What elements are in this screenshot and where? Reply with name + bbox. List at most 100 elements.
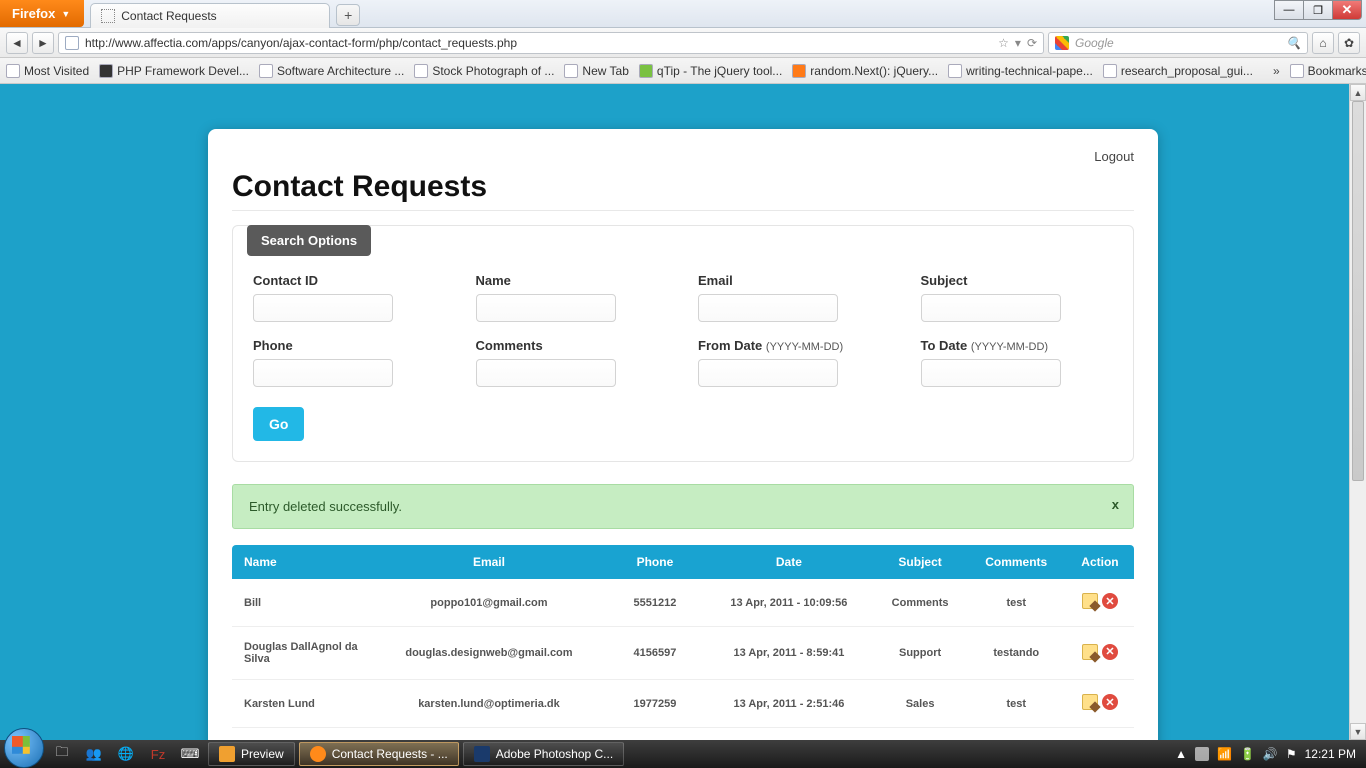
dropdown-icon[interactable]: ▾	[1015, 36, 1021, 50]
taskbar-pin[interactable]: Fz	[144, 743, 172, 765]
battery-icon[interactable]: 🔋	[1240, 747, 1255, 761]
forward-button[interactable]: ►	[32, 32, 54, 54]
col-email[interactable]: Email	[372, 545, 606, 579]
edit-icon[interactable]	[1082, 644, 1098, 660]
page-viewport: ▲ ▼ Logout Contact Requests Search Optio…	[0, 84, 1366, 740]
browser-tab[interactable]: Contact Requests	[90, 3, 330, 28]
cell-date: 13 Apr, 2011 - 6:42:25	[704, 728, 874, 741]
reload-icon[interactable]: ⟳	[1027, 36, 1037, 50]
bookmarks-overflow[interactable]: »	[1273, 64, 1280, 78]
home-button[interactable]: ⌂	[1312, 32, 1334, 54]
bookmark-icon	[99, 64, 113, 78]
vertical-scrollbar[interactable]: ▲ ▼	[1349, 84, 1366, 740]
star-icon[interactable]: ☆	[998, 36, 1009, 50]
delete-icon[interactable]: ✕	[1102, 694, 1118, 710]
bookmark-icon	[639, 64, 653, 78]
search-placeholder: Google	[1075, 36, 1114, 50]
input-name[interactable]	[476, 294, 616, 322]
col-subject[interactable]: Subject	[874, 545, 967, 579]
input-subject[interactable]	[921, 294, 1061, 322]
delete-icon[interactable]: ✕	[1102, 644, 1118, 660]
clock[interactable]: 12:21 PM	[1305, 747, 1356, 761]
edit-icon[interactable]	[1082, 694, 1098, 710]
label-from-date: From Date (YYYY-MM-DD)	[698, 338, 891, 353]
cell-name: Douglas DallAgnol da Silva	[232, 627, 372, 680]
start-button[interactable]	[4, 728, 44, 768]
bookmark-item[interactable]: qTip - The jQuery tool...	[639, 64, 782, 78]
flag-icon[interactable]: ⚑	[1286, 747, 1297, 761]
bookmark-item[interactable]: Stock Photograph of ...	[414, 64, 554, 78]
new-tab-button[interactable]: +	[336, 4, 360, 26]
bookmark-most-visited[interactable]: Most Visited	[6, 64, 89, 78]
maximize-button[interactable]: ❐	[1303, 0, 1333, 20]
firefox-menu-button[interactable]: Firefox ▼	[0, 0, 84, 27]
scroll-up-icon[interactable]: ▲	[1350, 84, 1366, 101]
cell-email: poppo101@gmail.com	[372, 579, 606, 627]
bookmark-item[interactable]: PHP Framework Devel...	[99, 64, 249, 78]
scroll-thumb[interactable]	[1352, 101, 1364, 481]
content-panel: Logout Contact Requests Search Options C…	[208, 129, 1158, 740]
col-action: Action	[1066, 545, 1134, 579]
cell-phone: 5551212	[606, 579, 704, 627]
addons-button[interactable]: ✿	[1338, 32, 1360, 54]
col-date[interactable]: Date	[704, 545, 874, 579]
search-box[interactable]: Google 🔍	[1048, 32, 1308, 54]
col-comments[interactable]: Comments	[967, 545, 1066, 579]
taskbar-app-firefox[interactable]: Contact Requests - ...	[299, 742, 459, 766]
app-icon	[474, 746, 490, 762]
scroll-down-icon[interactable]: ▼	[1350, 723, 1366, 740]
search-options-panel: Search Options Contact ID Name Email Sub…	[232, 225, 1134, 462]
cell-email: asdfgh@asdasd.lt	[372, 728, 606, 741]
input-comments[interactable]	[476, 359, 616, 387]
input-contact-id[interactable]	[253, 294, 393, 322]
taskbar-pin[interactable]: 👥	[80, 743, 108, 765]
taskbar-app-label: Adobe Photoshop C...	[496, 747, 613, 761]
taskbar-pin[interactable]: ⌨	[176, 743, 204, 765]
taskbar-pin[interactable]: 🌐	[112, 743, 140, 765]
bookmark-icon	[948, 64, 962, 78]
taskbar-app-photoshop[interactable]: Adobe Photoshop C...	[463, 742, 624, 766]
cell-comments: test	[967, 680, 1066, 728]
minimize-button[interactable]: —	[1274, 0, 1304, 20]
bookmarks-menu[interactable]: Bookmarks	[1290, 64, 1366, 78]
address-bar[interactable]: http://www.affectia.com/apps/canyon/ajax…	[58, 32, 1044, 54]
input-to-date[interactable]	[921, 359, 1061, 387]
input-from-date[interactable]	[698, 359, 838, 387]
bookmark-item[interactable]: New Tab	[564, 64, 628, 78]
delete-icon[interactable]: ✕	[1102, 593, 1118, 609]
cell-date: 13 Apr, 2011 - 2:51:46	[704, 680, 874, 728]
bookmark-item[interactable]: research_proposal_gui...	[1103, 64, 1253, 78]
bookmark-item[interactable]: random.Next(): jQuery...	[792, 64, 938, 78]
input-phone[interactable]	[253, 359, 393, 387]
logout-link[interactable]: Logout	[1094, 149, 1134, 164]
system-tray: ▲ 📶 🔋 🔊 ⚑ 12:21 PM	[1175, 747, 1362, 761]
bookmark-label: writing-technical-pape...	[966, 64, 1093, 78]
back-button[interactable]: ◄	[6, 32, 28, 54]
bookmark-label: Bookmarks	[1308, 64, 1366, 78]
col-name[interactable]: Name	[232, 545, 372, 579]
table-row: asdfghasdfgh@asdasd.lt11213 Apr, 2011 - …	[232, 728, 1134, 741]
input-email[interactable]	[698, 294, 838, 322]
edit-icon[interactable]	[1082, 593, 1098, 609]
go-button[interactable]: Go	[253, 407, 304, 441]
taskbar-app-label: Preview	[241, 747, 284, 761]
bookmark-item[interactable]: writing-technical-pape...	[948, 64, 1093, 78]
page-favicon	[101, 9, 115, 23]
alert-text: Entry deleted successfully.	[249, 499, 402, 514]
taskbar-app-preview[interactable]: Preview	[208, 742, 295, 766]
bookmark-label: qTip - The jQuery tool...	[657, 64, 782, 78]
network-icon[interactable]: 📶	[1217, 747, 1232, 761]
tray-icon[interactable]	[1195, 747, 1209, 761]
taskbar-pin-explorer[interactable]: 🗀	[48, 743, 76, 765]
label-contact-id: Contact ID	[253, 273, 446, 288]
col-phone[interactable]: Phone	[606, 545, 704, 579]
alert-close-button[interactable]: x	[1112, 497, 1119, 512]
bookmark-item[interactable]: Software Architecture ...	[259, 64, 404, 78]
tray-overflow-icon[interactable]: ▲	[1175, 747, 1187, 761]
cell-action: ✕	[1066, 579, 1134, 627]
search-icon[interactable]: 🔍	[1286, 36, 1301, 50]
close-button[interactable]: ✕	[1332, 0, 1362, 20]
firefox-label: Firefox	[12, 6, 55, 21]
cell-email: douglas.designweb@gmail.com	[372, 627, 606, 680]
volume-icon[interactable]: 🔊	[1263, 747, 1278, 761]
